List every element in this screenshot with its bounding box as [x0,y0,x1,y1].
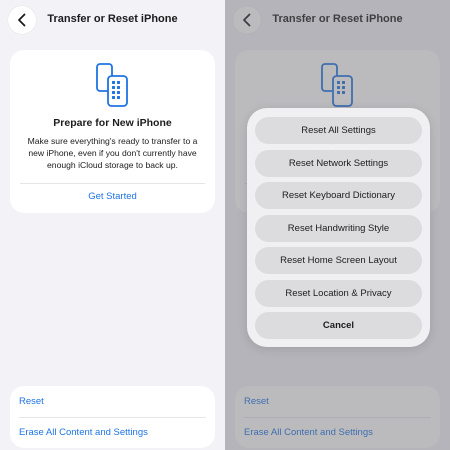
iphone-transfer-icon [96,63,128,107]
cancel-button[interactable]: Cancel [255,312,422,339]
reset-keyboard-dictionary-button[interactable]: Reset Keyboard Dictionary [255,182,422,209]
reset-options-sheet: Reset All Settings Reset Network Setting… [247,108,430,347]
reset-erase-card: Reset Erase All Content and Settings [10,386,215,448]
prepare-title: Prepare for New iPhone [53,117,172,129]
page-title: Transfer or Reset iPhone [47,13,178,25]
prepare-description: Make sure everything's ready to transfer… [27,136,198,170]
reset-network-settings-button[interactable]: Reset Network Settings [255,149,422,177]
prepare-card: Prepare for New iPhone Make sure everyth… [10,50,215,213]
reset-all-settings-button[interactable]: Reset All Settings [255,117,422,144]
divider [19,417,206,418]
reset-handwriting-style-button[interactable]: Reset Handwriting Style [255,214,422,242]
reset-options-screen: Transfer or Reset iPhone Prepare for New… [225,0,450,450]
divider [20,183,205,184]
reset-button[interactable]: Reset [19,396,44,407]
erase-all-button[interactable]: Erase All Content and Settings [19,427,148,438]
get-started-button[interactable]: Get Started [10,191,215,202]
transfer-reset-screen: Transfer or Reset iPhone Prepare for New… [0,0,225,450]
reset-location-privacy-button[interactable]: Reset Location & Privacy [255,279,422,307]
reset-home-screen-layout-button[interactable]: Reset Home Screen Layout [255,247,422,274]
